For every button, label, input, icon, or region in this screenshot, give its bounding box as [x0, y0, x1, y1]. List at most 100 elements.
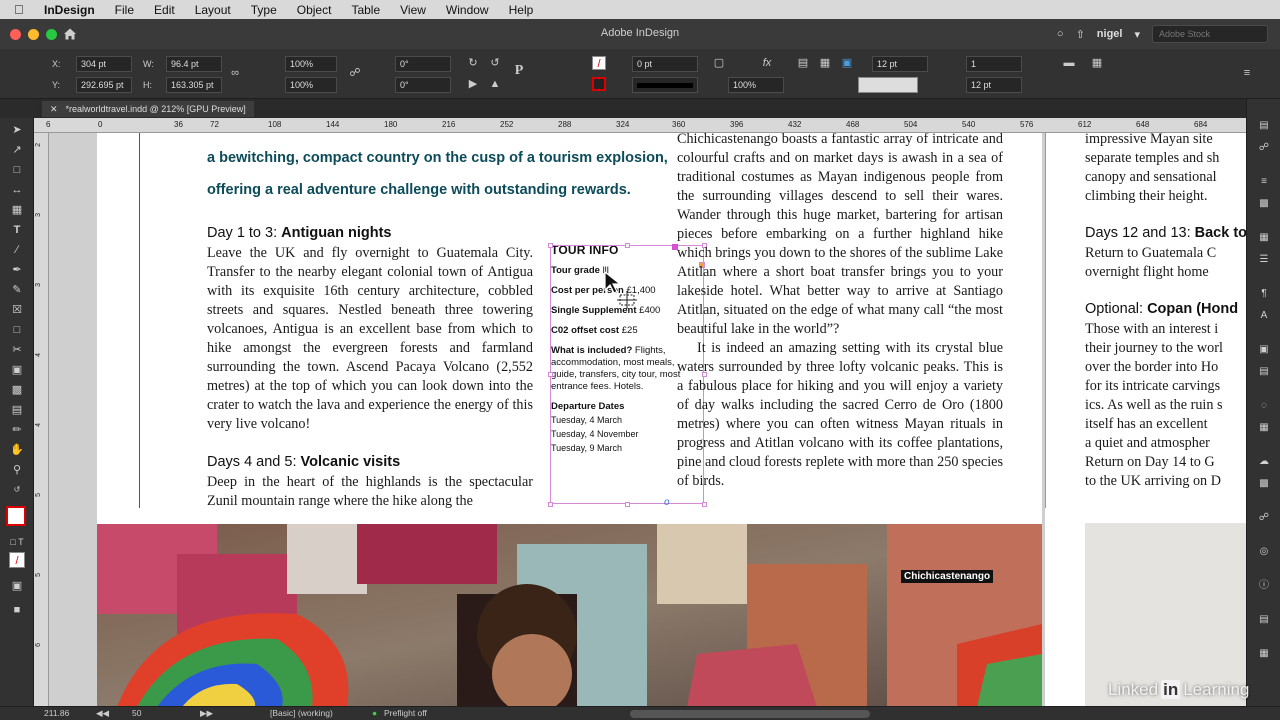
constrain-proportions-icon[interactable]: ∞: [228, 66, 242, 80]
zoom-level[interactable]: 211.86: [44, 708, 69, 718]
pasteboard[interactable]: a bewitching, compact country on the cus…: [49, 133, 1246, 706]
fx-icon[interactable]: ▢: [712, 56, 726, 70]
stroke-type-select[interactable]: [632, 77, 698, 93]
page2-heading-2[interactable]: Optional: Copan (Hond: [1085, 301, 1238, 317]
apply-none-icon[interactable]: /: [9, 552, 25, 568]
line-tool-icon[interactable]: ∕: [9, 242, 25, 258]
swatches-panel-icon[interactable]: ▦: [1257, 231, 1271, 245]
text-wrap-icon[interactable]: ▣: [1257, 343, 1271, 357]
gap-tool-icon[interactable]: ↔: [9, 182, 25, 198]
section-heading-2[interactable]: Days 4 and 5: Volcanic visits: [207, 454, 400, 470]
menu-file[interactable]: File: [115, 3, 134, 17]
menu-window[interactable]: Window: [446, 3, 489, 17]
close-tab-icon[interactable]: ✕: [50, 101, 58, 117]
opacity-field[interactable]: 100%: [728, 77, 784, 93]
frame-style-select[interactable]: [858, 77, 918, 93]
body-text-col2[interactable]: Chichicastenango boasts a fantastic arra…: [677, 133, 1003, 491]
color-panel-icon[interactable]: ▩: [1257, 197, 1271, 211]
eyedropper-tool-icon[interactable]: ✏: [9, 422, 25, 438]
first-page-icon[interactable]: ◀◀: [96, 708, 109, 719]
content-collector-icon[interactable]: ▦: [9, 202, 25, 218]
selection-handle[interactable]: [548, 372, 553, 377]
menu-edit[interactable]: Edit: [154, 3, 175, 17]
fill-stroke-swatch-icon[interactable]: [6, 506, 26, 526]
intro-line-2[interactable]: offering a real adventure challenge with…: [207, 182, 687, 198]
h-field[interactable]: 163.305 pt: [166, 77, 222, 93]
rotate-ccw-icon[interactable]: ↺: [488, 56, 502, 70]
shear-field[interactable]: 0°: [395, 77, 451, 93]
auto-fit-icon[interactable]: ▣: [840, 56, 854, 70]
link-icon[interactable]: ☍: [348, 66, 362, 80]
menu-view[interactable]: View: [400, 3, 426, 17]
document-tab[interactable]: ✕ *realworldtravel.indd @ 212% [GPU Prev…: [42, 101, 254, 117]
align-center-icon[interactable]: ▦: [818, 56, 832, 70]
flip-vertical-icon[interactable]: ▲: [488, 77, 502, 91]
page-tool-icon[interactable]: □: [9, 162, 25, 178]
rectangle-frame-tool-icon[interactable]: ☒: [9, 302, 25, 318]
align-panel-icon[interactable]: ▤: [1257, 365, 1271, 379]
links-panel-icon[interactable]: ☍: [1257, 141, 1271, 155]
character-styles-icon[interactable]: A: [1257, 309, 1271, 323]
stroke-weight-field[interactable]: 0 pt: [632, 56, 698, 72]
column-width-field[interactable]: 12 pt: [966, 77, 1022, 93]
table-panel-icon[interactable]: ▦: [1257, 421, 1271, 435]
pages-panel-icon[interactable]: ▤: [1257, 119, 1271, 133]
page2-text-a[interactable]: impressive Mayan site separate temples a…: [1085, 133, 1246, 206]
chevron-down-icon[interactable]: ▾: [1134, 28, 1140, 41]
menu-object[interactable]: Object: [297, 3, 332, 17]
effects-panel-icon[interactable]: ◌: [1257, 399, 1271, 413]
body-text-col1[interactable]: Leave the UK and fly overnight to Guatem…: [207, 244, 533, 434]
selection-handle[interactable]: [625, 502, 630, 507]
page2-text-b[interactable]: Return to Guatemala C overnight flight h…: [1085, 244, 1246, 282]
rotate-cw-icon[interactable]: ↻: [466, 56, 480, 70]
note-tool-icon[interactable]: ▤: [9, 402, 25, 418]
lightbulb-icon[interactable]: ○: [1057, 28, 1064, 40]
text-frame-options-icon[interactable]: ▬: [1062, 56, 1076, 70]
cc-libraries-icon[interactable]: ☁: [1257, 455, 1271, 469]
horizontal-scrollbar[interactable]: [630, 710, 870, 718]
rotate-field[interactable]: 0°: [395, 56, 451, 72]
horizontal-ruler[interactable]: 6 0 36 72 108 144 180 216 252 288 324 36…: [34, 118, 1246, 133]
screen-mode-icon[interactable]: ▣: [9, 578, 25, 594]
stroke-panel-icon[interactable]: ≡: [1257, 175, 1271, 189]
selection-handle[interactable]: [702, 502, 707, 507]
glyphs-panel-icon[interactable]: ▤: [1257, 613, 1271, 627]
menu-table[interactable]: Table: [351, 3, 380, 17]
stroke-swatch-icon[interactable]: [592, 77, 606, 91]
scripts-panel-icon[interactable]: ▦: [1257, 647, 1271, 661]
scissors-tool-icon[interactable]: ✂: [9, 342, 25, 358]
share-icon[interactable]: ⇧: [1076, 28, 1085, 41]
adobe-stock-search[interactable]: Adobe Stock: [1152, 25, 1268, 43]
y-field[interactable]: 292.695 pt: [76, 77, 132, 93]
panel-menu-icon[interactable]: ≡: [1240, 66, 1254, 80]
grid-icon[interactable]: ▦: [1090, 56, 1104, 70]
preflight-label[interactable]: Preflight off: [384, 708, 427, 718]
align-left-icon[interactable]: ▤: [796, 56, 810, 70]
preview-mode-icon[interactable]: ■: [9, 602, 25, 618]
effects-icon[interactable]: fx: [760, 56, 774, 70]
page2-text-c[interactable]: Those with an interest i their journey t…: [1085, 320, 1246, 491]
page-spread-left[interactable]: a bewitching, compact country on the cus…: [97, 133, 1042, 706]
apple-icon[interactable]: : [14, 2, 30, 17]
page2-photo-frame[interactable]: [1085, 523, 1246, 706]
photo-caption[interactable]: Chichicastenango: [901, 570, 994, 583]
selection-handle[interactable]: [548, 243, 553, 248]
profile-label[interactable]: [Basic] (working): [270, 708, 333, 718]
free-transform-tool-icon[interactable]: ▣: [9, 362, 25, 378]
user-menu[interactable]: nigel: [1097, 28, 1123, 40]
zoom-tool-icon[interactable]: ⚲: [9, 462, 25, 478]
menu-type[interactable]: Type: [251, 3, 277, 17]
gradient-panel-icon[interactable]: ▩: [1257, 477, 1271, 491]
scale-y-field[interactable]: 100%: [285, 77, 337, 93]
pencil-tool-icon[interactable]: ✎: [9, 282, 25, 298]
paragraph-styles-icon[interactable]: ¶: [1257, 287, 1271, 301]
menu-layout[interactable]: Layout: [195, 3, 231, 17]
layers-panel-icon[interactable]: ☰: [1257, 253, 1271, 267]
hand-tool-icon[interactable]: ✋: [9, 442, 25, 458]
body-text-col1b[interactable]: Deep in the heart of the highlands is th…: [207, 473, 533, 511]
direct-selection-tool-icon[interactable]: ↗: [9, 142, 25, 158]
object-styles-icon[interactable]: ◎: [1257, 545, 1271, 559]
swap-fill-stroke-icon[interactable]: ↺: [9, 482, 25, 498]
pen-tool-icon[interactable]: ✒: [9, 262, 25, 278]
w-field[interactable]: 96.4 pt: [166, 56, 222, 72]
